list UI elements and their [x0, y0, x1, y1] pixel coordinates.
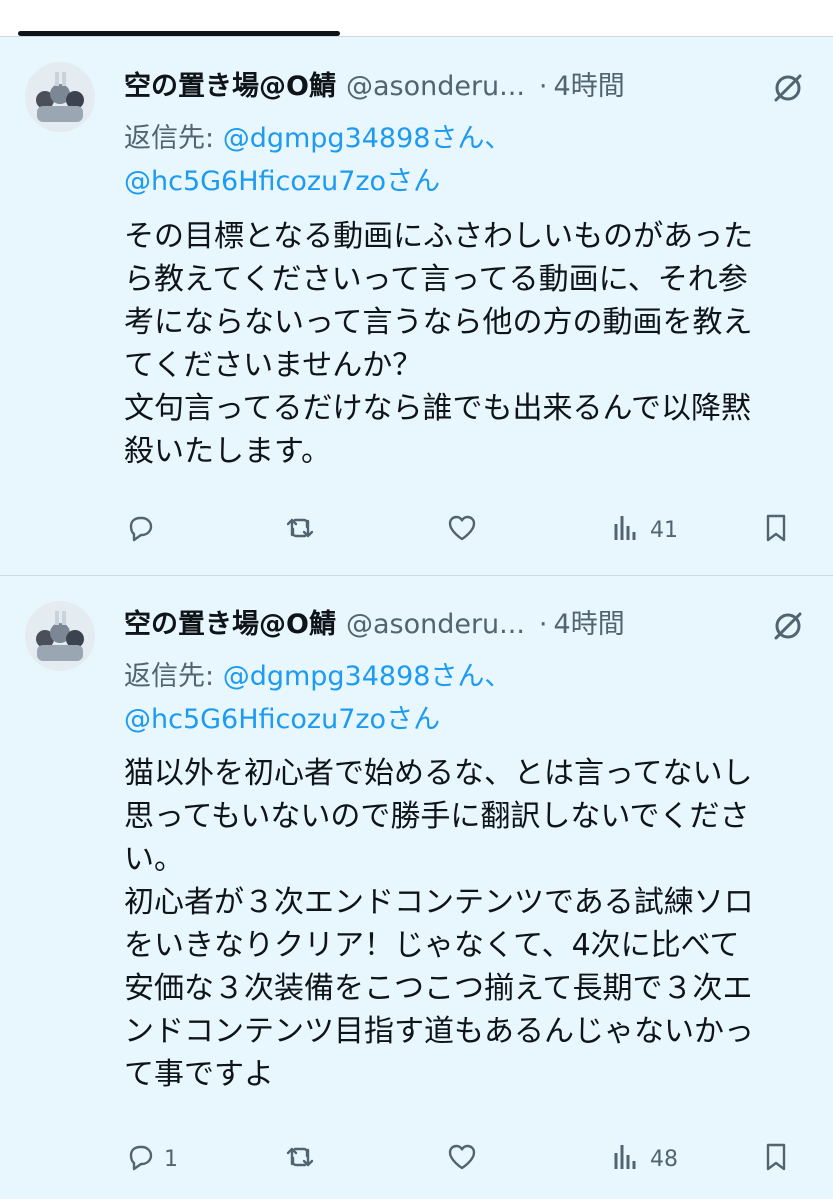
tweet-time[interactable]: 4時間: [554, 602, 625, 641]
body-line: 安価な３次装備をこつこつ揃えて長期で３次エ: [124, 971, 753, 1006]
reply-button[interactable]: [124, 513, 164, 547]
avatar[interactable]: [25, 62, 95, 132]
body-line: 殺いたします。: [124, 434, 331, 469]
bookmark-icon: [760, 512, 792, 548]
tweet-1[interactable]: 空の置き場@O鯖 @asonderu... · 4時間 返信先: @dgmpg3…: [0, 37, 833, 575]
body-line: 初心者が３次エンドコンテンツである試練ソロ: [124, 885, 754, 920]
reply-button[interactable]: 1: [124, 1142, 178, 1176]
body-line: 考にならないって言うなら他の方の動画を教え: [124, 305, 753, 340]
reply-prefix: 返信先:: [124, 661, 223, 692]
user-handle[interactable]: @asonderu...: [346, 71, 525, 102]
reply-to-line: 返信先: @dgmpg34898さん、: [124, 654, 511, 693]
tweet-header: 空の置き場@O鯖 @asonderu... · 4時間: [124, 602, 625, 641]
body-line: て事ですよ: [124, 1057, 274, 1092]
views-icon: [610, 512, 642, 548]
views-icon: [610, 1141, 642, 1177]
tweet-2[interactable]: 空の置き場@O鯖 @asonderu... · 4時間 返信先: @dgmpg3…: [0, 576, 833, 1199]
body-line: ンドコンテンツ目指す道もあるんじゃないかっ: [124, 1014, 754, 1049]
views-count: 48: [650, 1146, 678, 1172]
body-line: ら教えてくださいって言ってる動画に、それ参: [124, 262, 748, 297]
tweet-header: 空の置き場@O鯖 @asonderu... · 4時間: [124, 64, 625, 103]
mention-link[interactable]: @hc5G6Hficozu7zoさん: [124, 697, 440, 736]
tweet-body: その目標となる動画にふさわしいものがあった ら教えてくださいって言ってる動画に、…: [124, 215, 833, 473]
bookmark-icon: [760, 1141, 792, 1177]
separator-dot: ·: [538, 609, 548, 640]
body-line: 猫以外を初心者で始めるな、とは言ってないし: [124, 756, 753, 791]
user-handle[interactable]: @asonderu...: [346, 609, 525, 640]
body-line: その目標となる動画にふさわしいものがあった: [124, 219, 754, 254]
reply-count: 1: [164, 1146, 178, 1172]
separator-dot: ·: [538, 71, 548, 102]
bookmark-button[interactable]: [760, 1142, 792, 1176]
like-icon: [446, 1141, 478, 1177]
like-button[interactable]: [446, 1142, 478, 1176]
retweet-button[interactable]: [284, 513, 316, 547]
body-line: い。: [124, 842, 184, 877]
grok-icon[interactable]: [770, 70, 806, 106]
reply-prefix: 返信先:: [124, 123, 223, 154]
grok-icon[interactable]: [770, 608, 806, 644]
bookmark-button[interactable]: [760, 513, 792, 547]
tweet-time[interactable]: 4時間: [554, 64, 625, 103]
display-name[interactable]: 空の置き場@O鯖: [124, 602, 336, 641]
mention-link[interactable]: @dgmpg34898さん、: [223, 661, 512, 692]
body-line: てくださいませんか？: [124, 348, 423, 383]
retweet-button[interactable]: [284, 1142, 316, 1176]
retweet-icon: [284, 1141, 316, 1177]
views-button[interactable]: 48: [610, 1142, 678, 1176]
tweet-body: 猫以外を初心者で始めるな、とは言ってないし 思ってもいないので勝手に翻訳しないで…: [124, 752, 833, 1096]
top-tab-bar: [0, 0, 833, 36]
body-line: 思ってもいないので勝手に翻訳しないでくださ: [124, 799, 750, 834]
like-button[interactable]: [446, 513, 478, 547]
body-line: をいきなりクリア！じゃなくて、4次に比べて: [124, 928, 740, 963]
mention-link[interactable]: @hc5G6Hficozu7zoさん: [124, 159, 440, 198]
reply-to-line: 返信先: @dgmpg34898さん、: [124, 116, 511, 155]
views-count: 41: [650, 517, 678, 543]
retweet-icon: [284, 512, 316, 548]
body-line: 文句言ってるだけなら誰でも出来るんで以降黙: [124, 391, 751, 426]
reply-icon: [124, 512, 156, 548]
reply-icon: [124, 1141, 156, 1177]
mention-link[interactable]: @dgmpg34898さん、: [223, 123, 512, 154]
avatar[interactable]: [25, 601, 95, 671]
like-icon: [446, 512, 478, 548]
views-button[interactable]: 41: [610, 513, 678, 547]
display-name[interactable]: 空の置き場@O鯖: [124, 64, 336, 103]
